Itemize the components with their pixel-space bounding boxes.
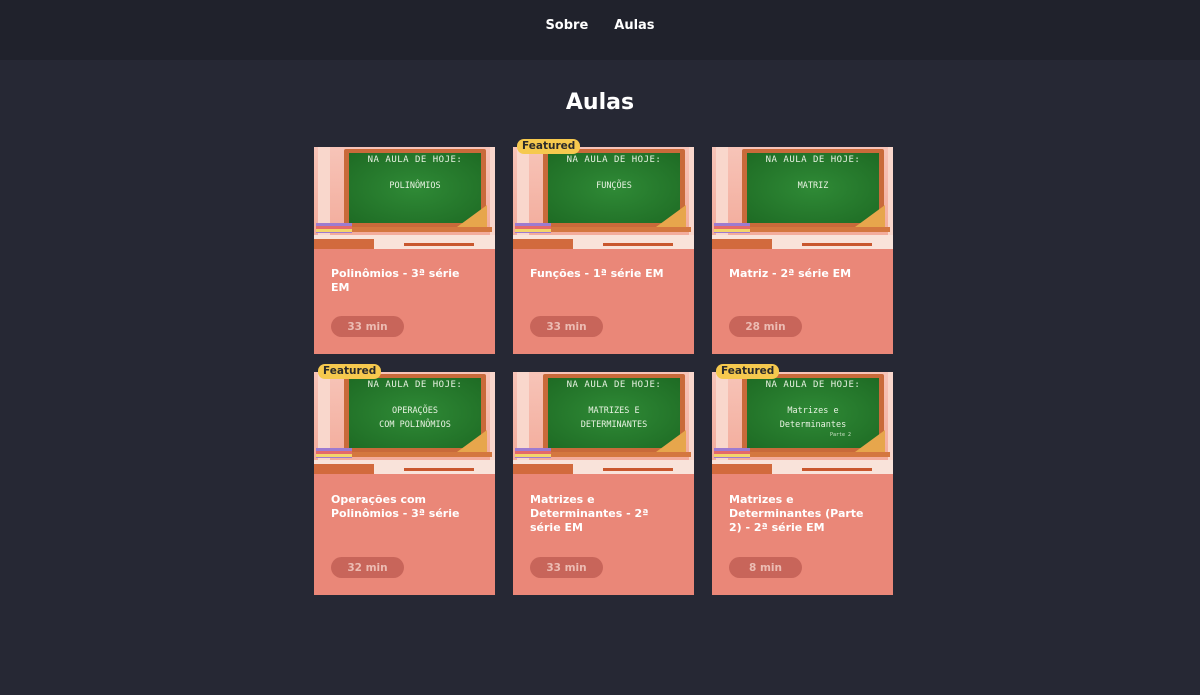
featured-badge: Featured [716,364,780,379]
duration-pill: 33 min [530,557,603,578]
featured-badge: Featured [517,139,581,154]
ruler-triangle-icon [457,430,487,452]
board-topic: Matrizes e Determinantes [779,406,847,430]
lesson-thumbnail: NA AULA DE HOJE: Matrizes e Determinante… [712,372,893,474]
board-topic: FUNÇÕES [596,181,632,191]
lesson-card[interactable]: NA AULA DE HOJE: MATRIZ Matriz - 2ª séri… [712,147,893,354]
lesson-card[interactable]: Featured NA AULA DE HOJE: OPERAÇÕES COM … [314,364,495,595]
books-icon [316,223,352,233]
board-topic: MATRIZES E DETERMINANTES [580,406,648,430]
lesson-card[interactable]: NA AULA DE HOJE: MATRIZES E DETERMINANTE… [513,372,694,595]
board-heading: NA AULA DE HOJE: [765,380,861,390]
lesson-thumbnail: NA AULA DE HOJE: MATRIZES E DETERMINANTE… [513,372,694,474]
lesson-title: Matrizes e Determinantes - 2ª série EM [530,493,649,534]
lesson-thumbnail: NA AULA DE HOJE: MATRIZ [712,147,893,249]
board-heading: NA AULA DE HOJE: [367,380,463,390]
lesson-card[interactable]: Featured NA AULA DE HOJE: FUNÇÕES Funçõe… [513,139,694,354]
lesson-title: Polinômios - 3ª série EM [331,267,460,294]
books-icon [714,448,750,458]
duration-pill: 33 min [530,316,603,337]
featured-badge: Featured [318,364,382,379]
top-nav: Sobre Aulas [0,0,1200,60]
books-icon [515,448,551,458]
lesson-thumbnail: NA AULA DE HOJE: FUNÇÕES [513,147,694,249]
duration-pill: 28 min [729,316,802,337]
board-topic: OPERAÇÕES COM POLINÔMIOS [379,406,451,430]
duration-pill: 32 min [331,557,404,578]
board-topic-note: Parte 2 [830,432,852,438]
lesson-card[interactable]: Featured NA AULA DE HOJE: Matrizes e Det… [712,364,893,595]
lesson-card[interactable]: NA AULA DE HOJE: POLINÔMIOS Polinômios -… [314,147,495,354]
books-icon [714,223,750,233]
board-topic: POLINÔMIOS [389,181,441,191]
board-heading: NA AULA DE HOJE: [566,380,662,390]
books-icon [316,448,352,458]
duration-pill: 8 min [729,557,802,578]
lesson-title: Matrizes e Determinantes (Parte 2) - 2ª … [729,493,864,534]
duration-pill: 33 min [331,316,404,337]
page-title: Aulas [565,90,635,115]
nav-link-sobre[interactable]: Sobre [545,18,588,33]
board-heading: NA AULA DE HOJE: [367,155,463,165]
books-icon [515,223,551,233]
ruler-triangle-icon [457,205,487,227]
lesson-title: Operações com Polinômios - 3ª série [331,493,460,520]
ruler-triangle-icon [656,430,686,452]
ruler-triangle-icon [855,430,885,452]
lesson-thumbnail: NA AULA DE HOJE: OPERAÇÕES COM POLINÔMIO… [314,372,495,474]
board-heading: NA AULA DE HOJE: [765,155,861,165]
lesson-grid: NA AULA DE HOJE: POLINÔMIOS Polinômios -… [314,139,893,595]
lesson-title: Matriz - 2ª série EM [729,267,852,280]
board-heading: NA AULA DE HOJE: [566,155,662,165]
lesson-title: Funções - 1ª série EM [530,267,664,280]
lesson-thumbnail: NA AULA DE HOJE: POLINÔMIOS [314,147,495,249]
board-topic: MATRIZ [797,181,829,191]
nav-link-aulas[interactable]: Aulas [614,18,654,33]
ruler-triangle-icon [656,205,686,227]
ruler-triangle-icon [855,205,885,227]
